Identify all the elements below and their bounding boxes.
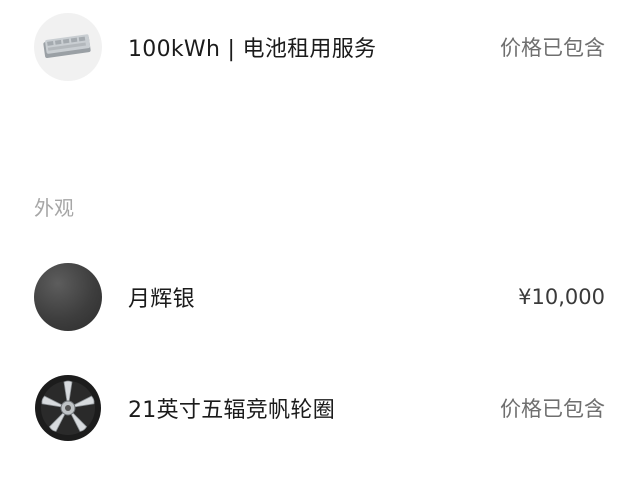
battery-price: 价格已包含 (500, 36, 605, 60)
wheel-option-row[interactable]: 21英寸五辐竞帆轮圈 价格已包含 (0, 373, 640, 443)
color-option-row[interactable]: 月辉银 ¥10,000 (0, 262, 640, 332)
wheel-rim-icon (34, 374, 102, 442)
battery-title: 100kWh | 电池租用服务 (128, 37, 377, 62)
wheel-price: 价格已包含 (500, 397, 605, 421)
battery-pack-icon (34, 13, 102, 81)
wheel-title: 21英寸五辐竞帆轮圈 (128, 398, 335, 423)
color-swatch (34, 263, 102, 331)
exterior-section-label: 外观 (34, 196, 74, 220)
color-price: ¥10,000 (518, 285, 605, 309)
battery-option-row[interactable]: 100kWh | 电池租用服务 价格已包含 (0, 12, 640, 82)
color-title: 月辉银 (128, 287, 195, 312)
